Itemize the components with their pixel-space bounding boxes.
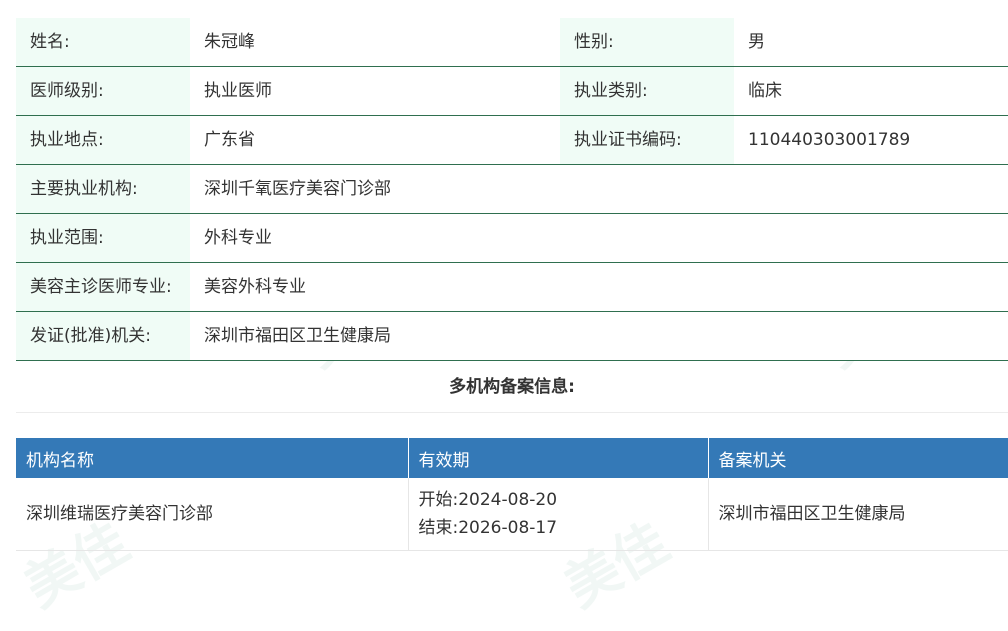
- scope-value: 外科专业: [190, 213, 1008, 263]
- name-label: 姓名:: [16, 18, 190, 67]
- doctor-info-table: 姓名: 朱冠峰 性别: 男 医师级别: 执业医师 执业类别: 临床 执业地点: …: [16, 18, 1008, 361]
- info-row-specialty: 美容主诊医师专业: 美容外科专业: [16, 262, 1008, 312]
- info-row-institution: 主要执业机构: 深圳千氧医疗美容门诊部: [16, 164, 1008, 214]
- table-row: 深圳维瑞医疗美容门诊部 开始:2024-08-20 结束:2026-08-17 …: [16, 478, 1008, 551]
- header-validity: 有效期: [408, 438, 709, 478]
- institution-value: 深圳千氧医疗美容门诊部: [190, 164, 1008, 214]
- multi-record-title: 多机构备案信息:: [16, 361, 1008, 413]
- scope-label: 执业范围:: [16, 213, 190, 263]
- multi-record-header: 机构名称 有效期 备案机关: [16, 438, 1008, 478]
- record-validity: 开始:2024-08-20 结束:2026-08-17: [408, 478, 709, 551]
- info-row-location: 执业地点: 广东省 执业证书编码: 110440303001789: [16, 115, 1008, 165]
- multi-record-table: 机构名称 有效期 备案机关 深圳维瑞医疗美容门诊部 开始:2024-08-20 …: [16, 438, 1008, 551]
- authority-value: 深圳市福田区卫生健康局: [190, 311, 1008, 361]
- institution-label: 主要执业机构:: [16, 164, 190, 214]
- header-authority: 备案机关: [708, 438, 1008, 478]
- header-institution: 机构名称: [16, 438, 409, 478]
- record-end-date: 结束:2026-08-17: [418, 518, 558, 538]
- doctor-profile: 姓名: 朱冠峰 性别: 男 医师级别: 执业医师 执业类别: 临床 执业地点: …: [16, 18, 1008, 551]
- specialty-value: 美容外科专业: [190, 262, 1008, 312]
- location-value: 广东省: [190, 115, 560, 165]
- level-value: 执业医师: [190, 66, 560, 116]
- gender-label: 性别:: [560, 18, 734, 67]
- record-institution: 深圳维瑞医疗美容门诊部: [16, 478, 409, 551]
- location-label: 执业地点:: [16, 115, 190, 165]
- certificate-value: 110440303001789: [734, 115, 1008, 165]
- record-authority: 深圳市福田区卫生健康局: [708, 478, 1008, 551]
- record-start-date: 开始:2024-08-20: [418, 490, 558, 510]
- name-value: 朱冠峰: [190, 18, 560, 67]
- info-row-authority: 发证(批准)机关: 深圳市福田区卫生健康局: [16, 311, 1008, 361]
- info-row-scope: 执业范围: 外科专业: [16, 213, 1008, 263]
- category-label: 执业类别:: [560, 66, 734, 116]
- level-label: 医师级别:: [16, 66, 190, 116]
- category-value: 临床: [734, 66, 1008, 116]
- specialty-label: 美容主诊医师专业:: [16, 262, 190, 312]
- authority-label: 发证(批准)机关:: [16, 311, 190, 361]
- gender-value: 男: [734, 18, 1008, 67]
- certificate-label: 执业证书编码:: [560, 115, 734, 165]
- info-row-name: 姓名: 朱冠峰 性别: 男: [16, 18, 1008, 67]
- info-row-level: 医师级别: 执业医师 执业类别: 临床: [16, 66, 1008, 116]
